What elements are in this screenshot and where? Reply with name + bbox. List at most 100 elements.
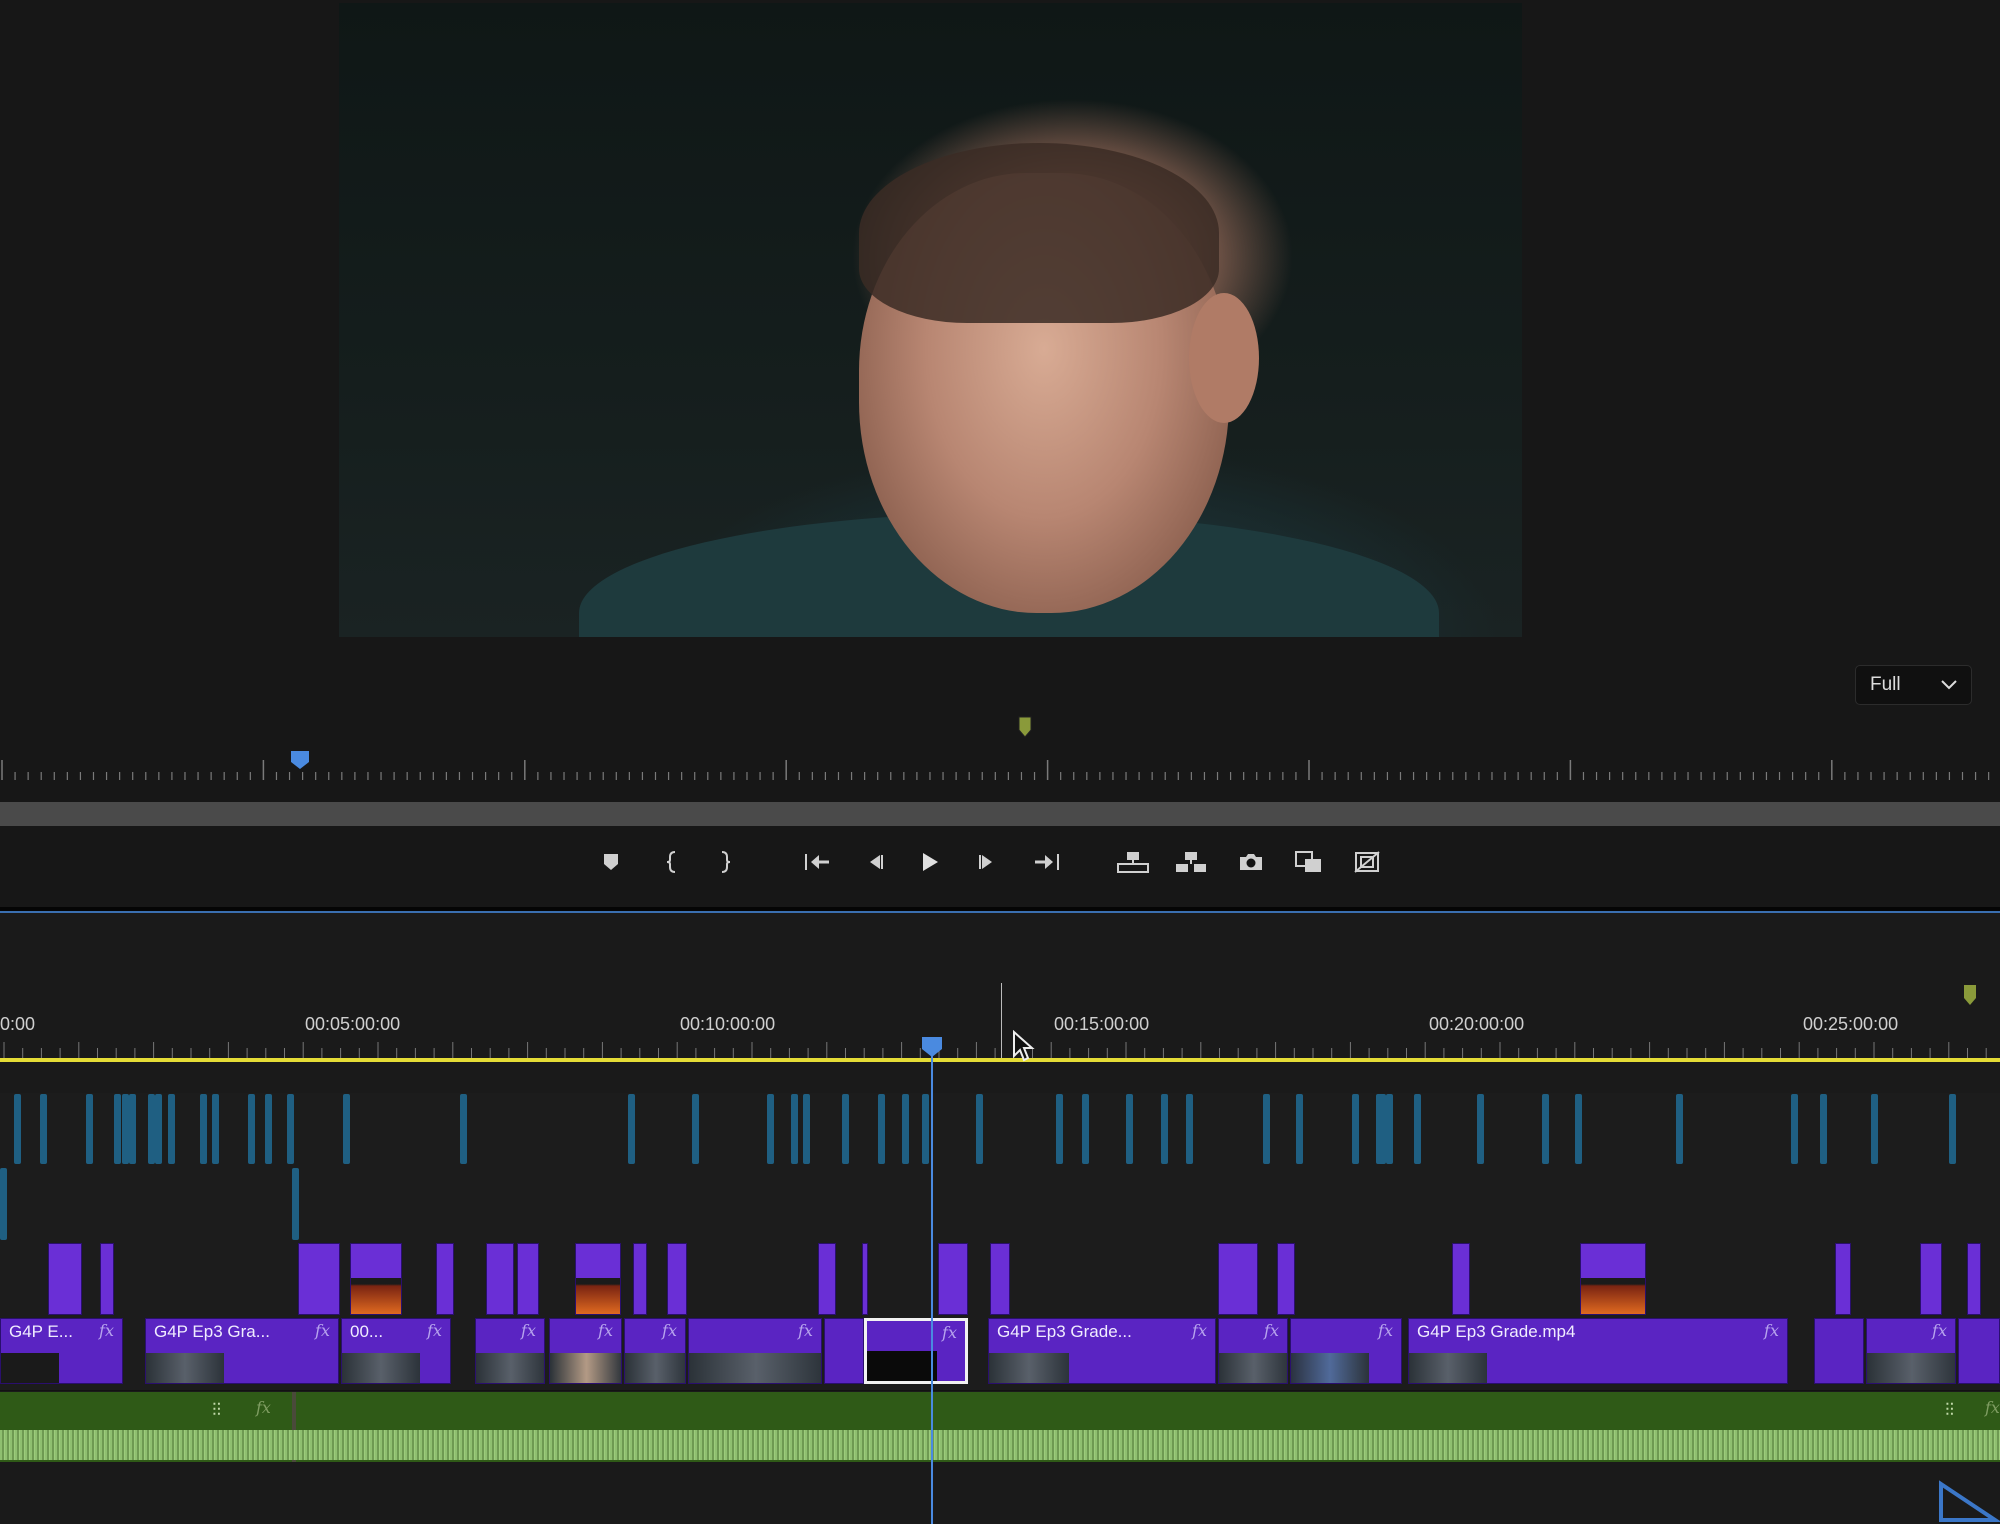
video-clip[interactable]: fx [475, 1318, 545, 1384]
video-clip[interactable] [1580, 1243, 1646, 1315]
edit-marker[interactable] [0, 1168, 7, 1240]
comparison-view-button[interactable] [1292, 846, 1326, 878]
play-button[interactable] [913, 846, 947, 878]
edit-marker[interactable] [1056, 1094, 1063, 1164]
edit-marker[interactable] [1386, 1094, 1393, 1164]
video-clip[interactable] [1958, 1318, 2000, 1384]
edit-marker[interactable] [1949, 1094, 1956, 1164]
edit-marker[interactable] [114, 1094, 121, 1164]
edit-marker[interactable] [1186, 1094, 1193, 1164]
edit-marker[interactable] [40, 1094, 47, 1164]
edit-marker[interactable] [1871, 1094, 1878, 1164]
video-clip[interactable] [48, 1243, 82, 1315]
export-frame-button[interactable] [1234, 846, 1268, 878]
edit-marker[interactable] [168, 1094, 175, 1164]
video-clip[interactable] [1277, 1243, 1295, 1315]
safe-margins-button[interactable] [1350, 846, 1384, 878]
step-back-button[interactable] [858, 846, 892, 878]
monitor-scroll-bar[interactable] [0, 802, 2000, 826]
video-clip[interactable]: G4P Ep3 Gra... fx [145, 1318, 339, 1384]
video-clip[interactable] [298, 1243, 340, 1315]
edit-marker[interactable] [265, 1094, 272, 1164]
video-clip[interactable]: fx [1290, 1318, 1402, 1384]
video-clip[interactable] [100, 1243, 114, 1315]
edit-marker[interactable] [200, 1094, 207, 1164]
video-clip[interactable] [436, 1243, 454, 1315]
edit-marker[interactable] [902, 1094, 909, 1164]
edit-marker[interactable] [287, 1094, 294, 1164]
video-clip[interactable] [1452, 1243, 1470, 1315]
edit-marker[interactable] [1296, 1094, 1303, 1164]
lift-button[interactable] [1116, 846, 1150, 878]
video-clip[interactable] [350, 1243, 402, 1315]
edit-marker[interactable] [14, 1094, 21, 1164]
video-clip[interactable] [667, 1243, 687, 1315]
edit-marker[interactable] [86, 1094, 93, 1164]
video-clip[interactable]: fx [688, 1318, 822, 1384]
edit-marker[interactable] [1791, 1094, 1798, 1164]
edit-marker[interactable] [1820, 1094, 1827, 1164]
edit-marker[interactable] [1263, 1094, 1270, 1164]
edit-marker[interactable] [1082, 1094, 1089, 1164]
edit-marker[interactable] [155, 1094, 162, 1164]
edit-marker[interactable] [248, 1094, 255, 1164]
marker-icon[interactable] [1018, 716, 1032, 738]
edit-marker[interactable] [791, 1094, 798, 1164]
video-clip[interactable] [1920, 1243, 1942, 1315]
video-clip[interactable]: G4P Ep3 Grade... fx [988, 1318, 1216, 1384]
edit-marker[interactable] [212, 1094, 219, 1164]
video-clip[interactable] [1218, 1243, 1258, 1315]
work-area-bar[interactable] [0, 1058, 2000, 1062]
mark-out-button[interactable] [708, 846, 742, 878]
edit-marker[interactable] [1161, 1094, 1168, 1164]
edit-marker[interactable] [1542, 1094, 1549, 1164]
video-clip[interactable]: fx [549, 1318, 622, 1384]
add-marker-button[interactable] [594, 846, 628, 878]
step-forward-button[interactable] [970, 846, 1004, 878]
video-clip[interactable]: G4P Ep3 Grade.mp4 fx [1408, 1318, 1788, 1384]
extract-button[interactable] [1174, 846, 1208, 878]
edit-marker[interactable] [767, 1094, 774, 1164]
edit-marker[interactable] [148, 1094, 155, 1164]
selected-video-clip[interactable]: fx [864, 1318, 968, 1384]
edit-marker[interactable] [1575, 1094, 1582, 1164]
edit-marker[interactable] [976, 1094, 983, 1164]
go-to-out-button[interactable] [1030, 846, 1064, 878]
video-clip[interactable] [1814, 1318, 1864, 1384]
edit-marker[interactable] [292, 1168, 299, 1240]
edit-marker[interactable] [1379, 1094, 1386, 1164]
video-clip[interactable] [1835, 1243, 1851, 1315]
edit-marker[interactable] [1352, 1094, 1359, 1164]
video-clip[interactable] [517, 1243, 539, 1315]
zoom-select[interactable]: Full [1855, 665, 1972, 705]
video-clip[interactable] [1967, 1243, 1981, 1315]
edit-marker[interactable] [1477, 1094, 1484, 1164]
video-clip[interactable] [818, 1243, 836, 1315]
video-clip[interactable] [862, 1243, 868, 1315]
go-to-in-button[interactable] [800, 846, 834, 878]
edit-marker[interactable] [922, 1094, 929, 1164]
marker-icon[interactable] [1963, 984, 1977, 1006]
video-clip[interactable] [486, 1243, 514, 1315]
edit-marker[interactable] [1414, 1094, 1421, 1164]
edit-marker[interactable] [122, 1094, 129, 1164]
edit-marker[interactable] [129, 1094, 136, 1164]
edit-marker[interactable] [692, 1094, 699, 1164]
video-clip[interactable]: G4P E... fx [0, 1318, 123, 1384]
edit-marker[interactable] [628, 1094, 635, 1164]
timeline-time-ruler[interactable] [0, 1040, 2000, 1058]
video-clip[interactable] [633, 1243, 647, 1315]
video-clip[interactable]: fx [1866, 1318, 1956, 1384]
video-clip[interactable]: 00... fx [341, 1318, 451, 1384]
edit-marker[interactable] [803, 1094, 810, 1164]
edit-marker[interactable] [842, 1094, 849, 1164]
edit-marker[interactable] [343, 1094, 350, 1164]
video-clip[interactable] [824, 1318, 864, 1384]
video-clip[interactable] [990, 1243, 1010, 1315]
monitor-playhead[interactable] [290, 750, 310, 770]
video-clip[interactable] [938, 1243, 968, 1315]
edit-marker[interactable] [1126, 1094, 1133, 1164]
edit-marker[interactable] [878, 1094, 885, 1164]
video-clip[interactable] [575, 1243, 621, 1315]
edit-marker[interactable] [1676, 1094, 1683, 1164]
